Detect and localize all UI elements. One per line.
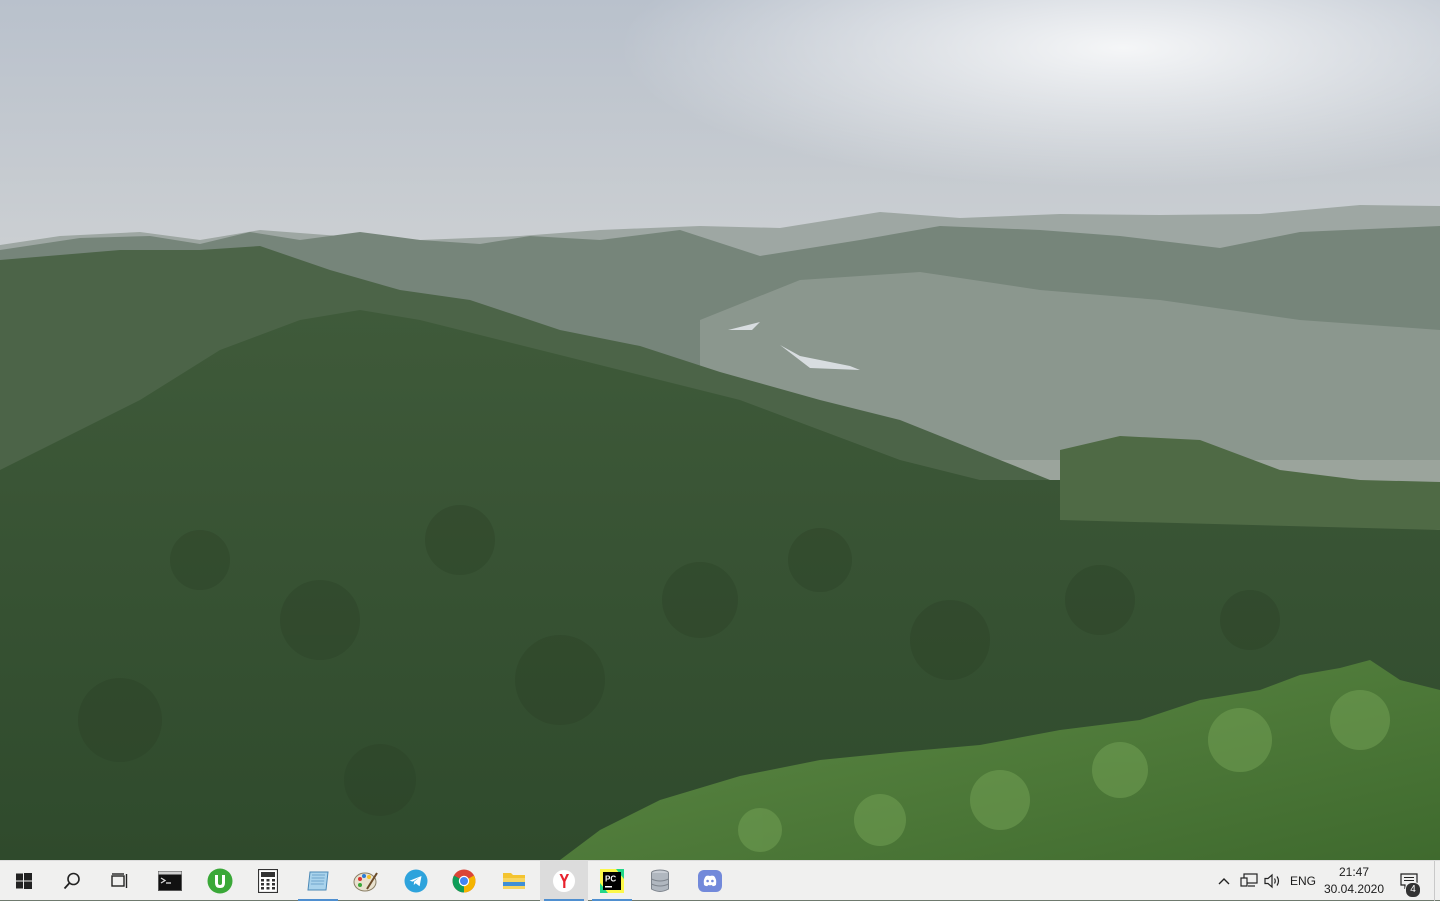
database-icon — [651, 869, 669, 892]
taskbar-app-calculator[interactable] — [244, 861, 292, 901]
windows-logo-icon — [16, 873, 32, 889]
tray-clock[interactable]: 21:47 30.04.2020 — [1320, 864, 1388, 898]
terminal-icon — [158, 871, 182, 891]
taskbar-app-chrome[interactable] — [440, 861, 488, 901]
start-button[interactable] — [0, 861, 48, 901]
search-icon — [63, 872, 80, 890]
tray-volume-button[interactable] — [1262, 861, 1284, 901]
chrome-icon — [452, 869, 476, 893]
taskbar-app-yandex-browser[interactable] — [540, 861, 588, 901]
taskbar-app-telegram[interactable] — [392, 861, 440, 901]
show-desktop-button[interactable] — [1434, 861, 1440, 901]
tray-network-button[interactable] — [1238, 861, 1260, 901]
clock-date: 30.04.2020 — [1323, 882, 1385, 896]
chevron-up-icon — [1218, 878, 1230, 885]
taskbar-app-database[interactable] — [636, 861, 684, 901]
taskbar: PC ENG 21:47 30.04.2020 4 — [0, 860, 1440, 901]
discord-icon — [698, 870, 722, 892]
folder-icon — [503, 873, 525, 889]
taskbar-app-paint[interactable] — [342, 861, 390, 901]
search-button[interactable] — [48, 861, 96, 901]
language-label: ENG — [1289, 874, 1316, 888]
network-icon — [1240, 873, 1258, 887]
taskbar-app-utorrent[interactable] — [196, 861, 244, 901]
calculator-icon — [258, 869, 278, 893]
tray-language-indicator[interactable]: ENG — [1288, 861, 1318, 901]
tray-overflow-button[interactable] — [1214, 861, 1234, 901]
svg-text:PC: PC — [605, 875, 616, 884]
notes-app-icon — [307, 871, 329, 891]
taskbar-app-discord[interactable] — [686, 861, 734, 901]
clock-time: 21:47 — [1338, 865, 1370, 879]
paint-palette-icon — [353, 872, 378, 892]
desktop-wallpaper — [0, 0, 1440, 860]
taskbar-app-terminal[interactable] — [146, 861, 194, 901]
task-view-icon — [111, 873, 128, 888]
taskbar-app-notes[interactable] — [294, 861, 342, 901]
task-view-button[interactable] — [96, 861, 144, 901]
telegram-icon — [404, 869, 428, 893]
utorrent-icon — [207, 868, 233, 894]
pycharm-icon: PC — [600, 869, 624, 893]
taskbar-app-pycharm[interactable]: PC — [588, 861, 636, 901]
notification-count-badge: 4 — [1405, 882, 1421, 898]
yandex-browser-icon — [552, 869, 576, 893]
taskbar-app-file-explorer[interactable] — [490, 861, 538, 901]
volume-icon — [1264, 873, 1280, 889]
